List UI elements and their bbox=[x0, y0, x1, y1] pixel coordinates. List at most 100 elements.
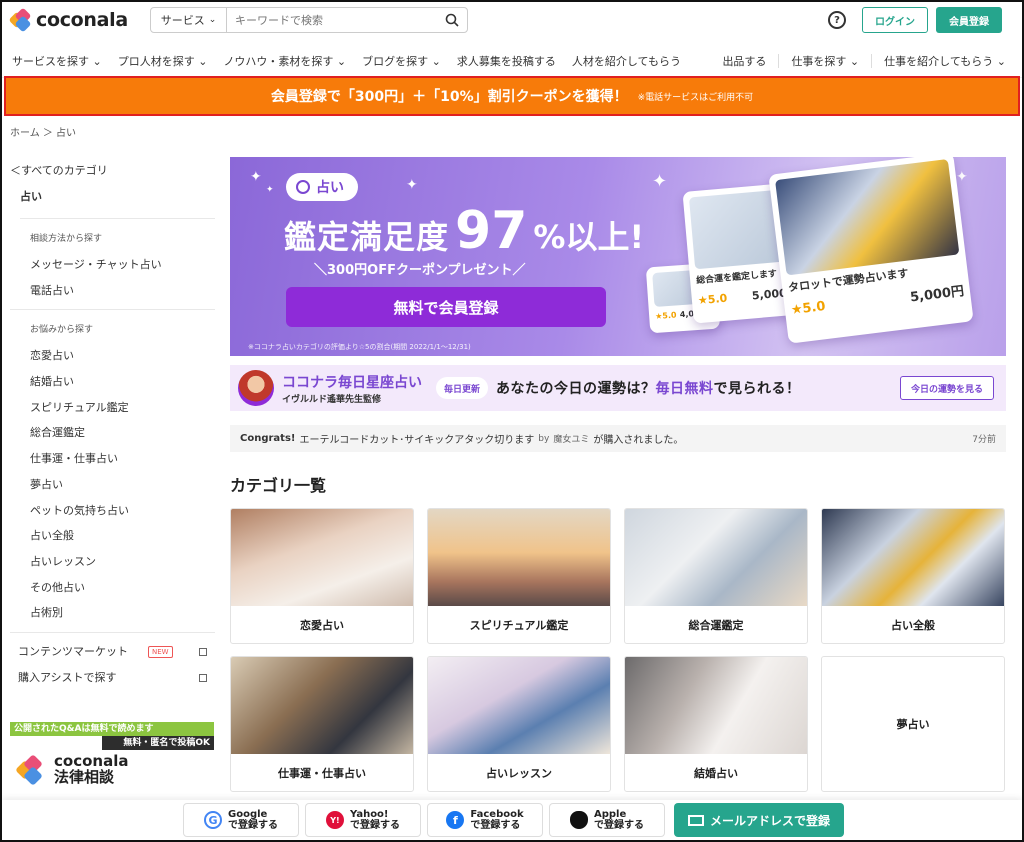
sparkle-icon: ✦ bbox=[250, 169, 262, 185]
hero-banner[interactable]: ✦ ✦ ✦ ✦ ✦ 占い 鑑定満足度 97 %以上! ＼300円OFFクーポンプ… bbox=[230, 157, 1006, 356]
external-link-icon bbox=[199, 673, 207, 682]
search-input[interactable] bbox=[227, 8, 437, 32]
hero-footnote: ※ココナラ占いカテゴリの評価より☆5の割合(期間 2022/1/1〜12/31) bbox=[248, 343, 471, 351]
daily-horoscope-banner[interactable]: ココナラ毎日星座占い イヴルルド遙華先生監修 毎日更新 あなたの今日の運勢は？毎… bbox=[230, 365, 1006, 411]
main-nav: サービスを探す ⌄ プロ人材を探す ⌄ ノウハウ・素材を探す ⌄ ブログを探す … bbox=[2, 44, 1022, 78]
ticker-user[interactable]: 魔女ユミ bbox=[553, 432, 589, 445]
new-badge: NEW bbox=[148, 645, 173, 658]
apple-icon bbox=[570, 811, 588, 829]
yahoo-icon: Y! bbox=[326, 811, 344, 829]
category-grid: 恋愛占い スピリチュアル鑑定 総合運鑑定 占い全般 仕事運・仕事占い 占いレッス… bbox=[230, 508, 1006, 792]
nav-item-find-work[interactable]: 仕事を探す ⌄ bbox=[783, 53, 867, 69]
search-icon bbox=[445, 13, 459, 27]
sidebar-item-career[interactable]: 仕事運・仕事占い bbox=[30, 446, 215, 472]
all-categories-link[interactable]: ＜すべてのカテゴリ bbox=[10, 162, 215, 180]
breadcrumb[interactable]: ホーム ＞ 占い bbox=[10, 124, 76, 139]
hero-tag: 占い bbox=[286, 173, 358, 201]
hero-subtitle: ＼300円OFFクーポンプレゼント／ bbox=[314, 263, 526, 278]
category-photo bbox=[625, 509, 807, 606]
sidebar-item-lessons[interactable]: 占いレッスン bbox=[30, 549, 215, 575]
nav-item-sell[interactable]: 出品する bbox=[712, 53, 774, 69]
service-card-tarot: タロットで運勢占います ★5.0 5,000円 bbox=[768, 157, 974, 344]
nav-item-find-services[interactable]: サービスを探す ⌄ bbox=[2, 53, 110, 69]
help-icon[interactable]: ? bbox=[828, 11, 846, 29]
horoscope-title: ココナラ毎日星座占い bbox=[282, 374, 422, 391]
search-button[interactable] bbox=[437, 13, 467, 27]
sparkle-icon: ✦ bbox=[956, 169, 968, 185]
sparkle-icon: ✦ bbox=[266, 185, 274, 195]
yahoo-signup-button[interactable]: Y! Yahoo! で登録する bbox=[305, 803, 421, 837]
chevron-down-icon: ⌄ bbox=[208, 15, 217, 25]
content-market-link[interactable]: コンテンツマーケット NEW bbox=[18, 639, 215, 665]
nav-item-find-pros[interactable]: プロ人材を探す ⌄ bbox=[110, 53, 216, 69]
nav-item-find-knowhow[interactable]: ノウハウ・素材を探す ⌄ bbox=[215, 53, 354, 69]
category-tile-love[interactable]: 恋愛占い bbox=[230, 508, 414, 644]
facebook-icon: f bbox=[446, 811, 465, 829]
purchase-assist-link[interactable]: 購入アシストで探す bbox=[18, 665, 215, 691]
signup-bar: G Google で登録する Y! Yahoo! で登録する f Facebook で… bbox=[2, 800, 1022, 840]
logo[interactable]: coconala bbox=[8, 7, 130, 33]
apple-signup-button[interactable]: Apple で登録する bbox=[549, 803, 665, 837]
hero-title: 鑑定満足度 97 %以上! bbox=[284, 201, 645, 261]
category-sidebar: ＜すべてのカテゴリ 占い 相談方法から探す メッセージ・チャット占い 電話占い … bbox=[10, 162, 215, 691]
category-photo bbox=[231, 509, 413, 606]
nav-divider bbox=[778, 53, 780, 68]
sidebar-item-pet[interactable]: ペットの気持ち占い bbox=[30, 498, 215, 524]
coconala-logo-icon bbox=[15, 753, 44, 786]
sparkle-icon: ✦ bbox=[652, 171, 668, 192]
category-tile-marriage[interactable]: 結婚占い bbox=[624, 656, 808, 792]
sidebar-item-dream[interactable]: 夢占い bbox=[30, 472, 215, 498]
search-category-select[interactable]: サービス ⌄ bbox=[151, 8, 227, 32]
ticker-service-link[interactable]: エーテルコードカット･サイキックアタック切ります bbox=[299, 431, 534, 446]
daily-update-badge: 毎日更新 bbox=[436, 377, 489, 399]
category-list-title: カテゴリ一覧 bbox=[230, 476, 327, 495]
horoscope-supervisor: イヴルルド遙華先生監修 bbox=[282, 394, 382, 405]
sidebar-heading-concern: お悩みから探す bbox=[30, 325, 94, 336]
congrats-label: Congrats! bbox=[240, 433, 296, 444]
coupon-promo-banner[interactable]: 会員登録で「300円」＋「10%」割引クーポンを獲得！ ※電話サービスはご利用不… bbox=[4, 76, 1020, 116]
hero-register-button[interactable]: 無料で会員登録 bbox=[286, 287, 606, 327]
sidebar-heading-method: 相談方法から探す bbox=[30, 234, 103, 244]
sidebar-item-by-method[interactable]: 占術別 bbox=[30, 600, 215, 626]
avatar bbox=[238, 370, 274, 406]
coconala-logo-icon bbox=[8, 7, 32, 33]
legal-logo-subtext: 法律相談 bbox=[54, 767, 115, 786]
sidebar-item-love[interactable]: 恋愛占い bbox=[30, 343, 215, 369]
sidebar-item-spiritual[interactable]: スピリチュアル鑑定 bbox=[30, 395, 215, 421]
category-photo bbox=[625, 657, 807, 754]
nav-item-get-referral[interactable]: 人材を紹介してもらう bbox=[564, 53, 689, 69]
category-tile-lessons[interactable]: 占いレッスン bbox=[427, 656, 611, 792]
category-photo bbox=[822, 509, 1004, 606]
horoscope-message: あなたの今日の運勢は？毎日無料で見られる！ bbox=[496, 381, 801, 397]
category-tile-all-fortune[interactable]: 占い全般 bbox=[821, 508, 1005, 644]
header: coconala サービス⌄ ? ログイン 会員登録 bbox=[2, 2, 1022, 38]
google-signup-button[interactable]: G Google で登録する bbox=[183, 803, 299, 837]
sparkle-icon: ✦ bbox=[406, 177, 418, 193]
login-button[interactable]: ログイン bbox=[862, 7, 928, 33]
sidebar-item-chat[interactable]: メッセージ・チャット占い bbox=[30, 252, 215, 278]
nav-divider bbox=[871, 53, 873, 68]
nav-item-find-blogs[interactable]: ブログを探す ⌄ bbox=[354, 53, 449, 69]
category-photo bbox=[428, 657, 610, 754]
category-tile-career[interactable]: 仕事運・仕事占い bbox=[230, 656, 414, 792]
qa-banner-mid: 無料・匿名で投稿OK bbox=[102, 736, 214, 750]
sidebar-item-other[interactable]: その他占い bbox=[30, 575, 215, 601]
sidebar-item-all-fortune[interactable]: 占い全般 bbox=[30, 523, 215, 549]
sidebar-item-general-fortune[interactable]: 総合運鑑定 bbox=[30, 420, 215, 446]
category-tile-dream[interactable]: 夢占い bbox=[821, 656, 1005, 792]
email-signup-button[interactable]: メールアドレスで登録 bbox=[674, 803, 844, 837]
promo-note: ※電話サービスはご利用不可 bbox=[637, 92, 754, 103]
nav-item-post-job[interactable]: 求人募集を投稿する bbox=[449, 53, 564, 69]
crystal-ball-icon bbox=[296, 180, 310, 194]
register-button[interactable]: 会員登録 bbox=[936, 7, 1002, 33]
category-photo bbox=[428, 509, 610, 606]
legal-qa-banner[interactable]: 公開されたQ&Aは無料で読めます 無料・匿名で投稿OK coconala 法律相… bbox=[10, 722, 214, 796]
view-horoscope-button[interactable]: 今日の運勢を見る bbox=[899, 376, 994, 400]
category-tile-general-fortune[interactable]: 総合運鑑定 bbox=[624, 508, 808, 644]
sidebar-item-marriage[interactable]: 結婚占い bbox=[30, 369, 215, 395]
sidebar-item-phone[interactable]: 電話占い bbox=[30, 278, 215, 304]
facebook-signup-button[interactable]: f Facebook で登録する bbox=[427, 803, 543, 837]
category-tile-spiritual[interactable]: スピリチュアル鑑定 bbox=[427, 508, 611, 644]
nav-item-work-referral[interactable]: 仕事を紹介してもらう ⌄ bbox=[876, 53, 1022, 69]
search-category-label: サービス bbox=[160, 14, 205, 27]
